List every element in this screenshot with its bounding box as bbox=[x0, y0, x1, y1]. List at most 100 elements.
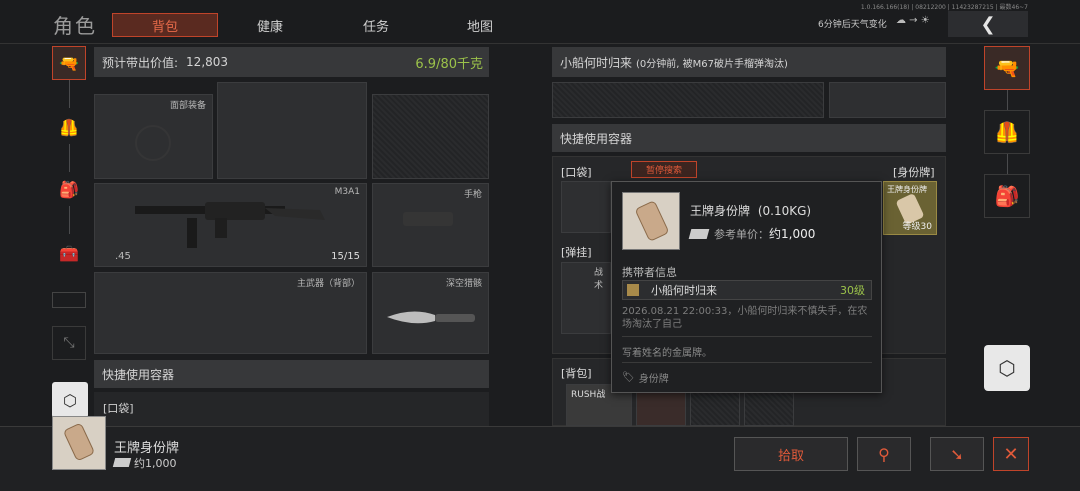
page-title: 角色 bbox=[53, 14, 97, 38]
tactic-slot[interactable]: 战术 bbox=[561, 262, 611, 334]
bomb-label: [弹挂] bbox=[561, 246, 592, 259]
tooltip-item-weight: (0.10KG) bbox=[757, 204, 812, 218]
knife-slot[interactable]: 深空猎骸 bbox=[372, 272, 489, 354]
container-icon[interactable]: 🧰 bbox=[52, 236, 86, 270]
tab-health[interactable]: 健康 bbox=[220, 13, 320, 37]
tag-category-icon: 🏷 bbox=[622, 372, 635, 383]
id-tag-slot-label: [身份牌] bbox=[893, 166, 935, 179]
tactic-label: 战术 bbox=[594, 268, 604, 291]
tooltip-carrier-name: 小船何时归来 bbox=[651, 284, 717, 297]
tooltip-price: 约1,000 bbox=[769, 227, 816, 241]
tooltip-carrier-row: 小船何时归来 30级 bbox=[622, 280, 872, 300]
weather-text: 6分钟后天气变化 bbox=[818, 20, 887, 30]
pause-search-label: 暂停搜索 bbox=[645, 166, 682, 176]
tab-tasks-label: 任务 bbox=[362, 19, 389, 35]
close-icon: ✕ bbox=[1003, 443, 1019, 465]
face-gear-label: 面部装备 bbox=[169, 101, 206, 111]
rank-badge-icon bbox=[627, 284, 639, 296]
id-tag-level: 等级30 bbox=[902, 222, 932, 232]
smg-icon bbox=[135, 202, 325, 248]
pocket-slot[interactable] bbox=[561, 181, 611, 233]
enemy-name: 小船何时归来 bbox=[560, 55, 633, 70]
equip-button[interactable]: ➘ bbox=[930, 437, 984, 471]
knife-label: 深空猎骸 bbox=[445, 279, 482, 289]
left-pocket-section bbox=[94, 392, 489, 426]
face-gear-slot[interactable]: 面部装备 bbox=[94, 94, 213, 179]
carry-value-label: 预计带出价值: bbox=[102, 55, 179, 70]
pistol-slot[interactable]: 手枪 bbox=[372, 183, 489, 267]
ammo-type: .45 bbox=[115, 251, 131, 262]
backpack-icon[interactable]: 🎒 bbox=[52, 172, 86, 206]
pickup-button[interactable]: 拾取 bbox=[734, 437, 848, 471]
gun-category-icon[interactable]: 🔫 bbox=[52, 46, 86, 80]
rush-label: RUSH战 bbox=[571, 390, 606, 400]
tooltip-desc: 写着姓名的金属牌。 bbox=[622, 348, 712, 359]
expand-icon: ⤡ bbox=[52, 326, 86, 360]
chevron-left-icon: ❮ bbox=[980, 13, 996, 35]
pause-search-button[interactable]: 暂停搜索 bbox=[631, 161, 697, 178]
enemy-slot-a[interactable] bbox=[552, 82, 824, 118]
tab-tasks[interactable]: 任务 bbox=[326, 13, 426, 37]
enemy-detail: (0分钟前, 被M67破片手榴弹淘汰) bbox=[636, 58, 788, 70]
right-auto-sort-button[interactable]: ⬡ bbox=[984, 345, 1030, 391]
tooltip-category: 身份牌 bbox=[638, 374, 669, 385]
right-backpack-icon[interactable]: 🎒 bbox=[984, 174, 1030, 218]
right-quick-container-header: 快捷使用容器 bbox=[552, 124, 946, 152]
search-icon: ⚲ bbox=[878, 444, 890, 464]
left-pocket-label: [口袋] bbox=[103, 402, 134, 415]
right-quick-container-label: 快捷使用容器 bbox=[560, 131, 633, 146]
id-tag-item[interactable]: 王牌身份牌 等级30 bbox=[883, 181, 937, 235]
dogtag-icon bbox=[62, 422, 96, 462]
selected-item-image bbox=[52, 416, 106, 470]
tab-backpack-label: 背包 bbox=[151, 19, 178, 35]
right-backpack-label: [背包] bbox=[561, 367, 592, 380]
tab-map[interactable]: 地图 bbox=[430, 13, 530, 37]
carry-value-bar: 预计带出价值: 12,803 6.9/80千克 bbox=[94, 47, 489, 77]
pistol-label: 手枪 bbox=[463, 190, 482, 200]
enemy-info-bar: 小船何时归来 (0分钟前, 被M67破片手榴弹淘汰) bbox=[552, 47, 946, 77]
id-tag-item-name: 王牌身份牌 bbox=[887, 185, 927, 194]
carry-value: 12,803 bbox=[186, 55, 229, 69]
tab-backpack[interactable]: 背包 bbox=[112, 13, 218, 37]
right-vest-icon[interactable]: 🦺 bbox=[984, 110, 1030, 154]
arrow-down-icon: ➘ bbox=[950, 444, 964, 464]
close-button[interactable]: ✕ bbox=[993, 437, 1029, 471]
ammo-count: 15/15 bbox=[331, 251, 360, 262]
weight-text: 6.9/80千克 bbox=[415, 56, 483, 72]
pistol-icon bbox=[403, 212, 453, 226]
back-weapon-label: 主武器（背部） bbox=[296, 279, 360, 289]
left-quick-container-header: 快捷使用容器 bbox=[94, 360, 489, 388]
tooltip-log: 2026.08.21 22:00:33，小船何时归来不慎失手，在农场淘汰了自己 bbox=[622, 306, 868, 330]
selected-item-price: 约1,000 bbox=[134, 457, 177, 470]
selected-item-name: 王牌身份牌 bbox=[114, 441, 180, 456]
cash-icon bbox=[112, 458, 132, 467]
tooltip-item-name: 王牌身份牌 bbox=[690, 204, 751, 218]
tooltip-item-image bbox=[622, 192, 680, 250]
right-gun-category-icon[interactable]: 🔫 bbox=[984, 46, 1030, 90]
weather-icon: ☁ → ☀ bbox=[896, 15, 930, 26]
vest-slot[interactable] bbox=[217, 82, 367, 179]
tab-health-label: 健康 bbox=[256, 19, 283, 35]
tooltip-carrier-header: 携带者信息 bbox=[622, 266, 677, 279]
mask-icon bbox=[135, 125, 171, 161]
inspect-button[interactable]: ⚲ bbox=[857, 437, 911, 471]
dogtag-icon bbox=[634, 200, 670, 242]
back-weapon-slot[interactable]: 主武器（背部） bbox=[94, 272, 367, 354]
primary-weapon-slot[interactable]: M3A1 .45 15/15 bbox=[94, 183, 367, 267]
vest-icon[interactable]: 🦺 bbox=[52, 110, 86, 144]
knife-icon bbox=[387, 311, 475, 324]
auto-sort-button[interactable]: ⬡ bbox=[52, 382, 88, 418]
version-text: 1.0.166.166(18) | 08212200 | 11423287215… bbox=[860, 4, 1028, 11]
item-tooltip: 王牌身份牌 (0.10KG) 参考单价： 约1,000 携带者信息 小船何时归来… bbox=[611, 181, 882, 393]
empty-slot bbox=[372, 94, 489, 179]
enemy-slot-b[interactable] bbox=[829, 82, 946, 118]
right-pocket-label: [口袋] bbox=[561, 166, 592, 179]
left-quick-container-label: 快捷使用容器 bbox=[102, 367, 175, 382]
back-button[interactable]: ❮ bbox=[948, 11, 1028, 37]
tooltip-price-label: 参考单价 bbox=[714, 227, 758, 241]
cash-icon bbox=[688, 228, 710, 239]
bar-icon bbox=[52, 292, 86, 308]
pickup-label: 拾取 bbox=[777, 448, 804, 464]
tab-map-label: 地图 bbox=[466, 19, 493, 35]
tooltip-carrier-level: 30级 bbox=[840, 284, 865, 297]
